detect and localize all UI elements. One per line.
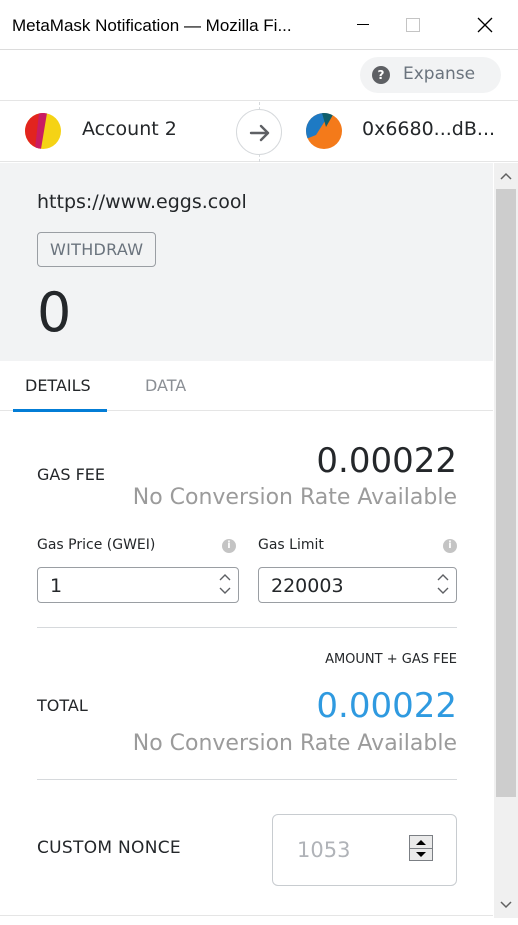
total-label: TOTAL: [37, 696, 88, 715]
gas-limit-label: Gas Limit: [258, 537, 324, 553]
gas-fee-value: 0.00022: [316, 441, 457, 481]
network-name: Expanse: [403, 64, 476, 84]
maximize-button[interactable]: [390, 0, 436, 50]
chevron-down-icon: [437, 587, 449, 594]
total-value: 0.00022: [316, 686, 457, 726]
gas-fee-conversion: No Conversion Rate Available: [132, 485, 457, 510]
vertical-scrollbar[interactable]: [494, 163, 518, 918]
chevron-up-icon: [219, 574, 231, 581]
scroll-up-button[interactable]: [494, 165, 518, 187]
info-icon[interactable]: i: [443, 539, 457, 553]
from-account-avatar: [25, 113, 61, 149]
help-circle-icon: ?: [372, 66, 390, 84]
arrow-right-icon: [236, 109, 282, 155]
gas-fee-label: GAS FEE: [37, 465, 106, 484]
network-bar: ? Expanse: [0, 51, 518, 101]
custom-nonce-placeholder: 1053: [297, 838, 351, 862]
tab-data[interactable]: DATA: [145, 376, 186, 395]
divider: [37, 779, 457, 780]
gas-price-value: 1: [50, 575, 63, 597]
divider: [0, 915, 493, 916]
chevron-up-icon: [437, 574, 449, 581]
window-title: MetaMask Notification — Mozilla Fi...: [12, 16, 292, 35]
from-account-name[interactable]: Account 2: [82, 118, 177, 140]
scroll-down-button[interactable]: [494, 894, 518, 916]
to-address[interactable]: 0x6680...dB...: [362, 118, 495, 140]
close-icon: [477, 17, 493, 33]
triangle-down-icon: [416, 852, 426, 857]
confirm-content: https://www.eggs.cool WITHDRAW 0 DETAILS…: [0, 163, 518, 925]
gas-price-input[interactable]: 1: [37, 567, 239, 603]
window-titlebar: MetaMask Notification — Mozilla Fi...: [0, 0, 518, 50]
total-caption: AMOUNT + GAS FEE: [325, 652, 457, 667]
active-tab-indicator: [13, 409, 107, 412]
transaction-amount: 0: [37, 281, 72, 344]
custom-nonce-label: CUSTOM NONCE: [37, 838, 181, 858]
minimize-button[interactable]: [340, 0, 386, 50]
gas-limit-input[interactable]: 220003: [258, 567, 457, 603]
transaction-summary: https://www.eggs.cool WITHDRAW 0: [0, 163, 493, 361]
method-badge: WITHDRAW: [37, 232, 157, 267]
sender-recipient-row: Account 2 0x6680...dB...: [0, 102, 518, 162]
network-selector[interactable]: ? Expanse: [360, 57, 501, 93]
custom-nonce-input[interactable]: 1053: [272, 814, 457, 886]
gas-price-stepper[interactable]: [214, 570, 236, 600]
minimize-icon: [357, 24, 369, 25]
triangle-up-icon: [416, 840, 426, 845]
to-account-avatar: [306, 113, 342, 149]
tab-details[interactable]: DETAILS: [25, 376, 91, 395]
chevron-down-icon: [500, 901, 512, 909]
info-icon[interactable]: i: [222, 539, 236, 553]
gas-price-label: Gas Price (GWEI): [37, 537, 156, 553]
close-button[interactable]: [462, 0, 508, 50]
scrollbar-thumb[interactable]: [496, 189, 516, 797]
divider: [37, 627, 457, 628]
custom-nonce-stepper[interactable]: [409, 835, 433, 861]
origin-url: https://www.eggs.cool: [37, 191, 247, 213]
tab-bar: DETAILS DATA: [0, 361, 493, 411]
chevron-up-icon: [500, 172, 512, 180]
gas-limit-stepper[interactable]: [432, 570, 454, 600]
chevron-down-icon: [219, 587, 231, 594]
gas-limit-value: 220003: [271, 575, 344, 597]
maximize-icon: [406, 18, 420, 32]
total-conversion: No Conversion Rate Available: [132, 731, 457, 756]
